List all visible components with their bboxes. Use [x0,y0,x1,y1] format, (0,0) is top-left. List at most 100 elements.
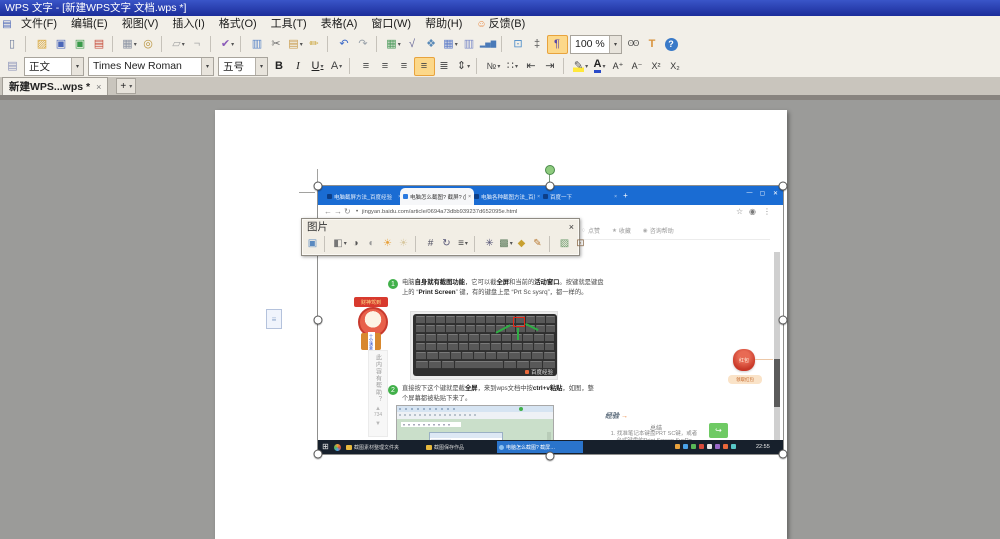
menu-item[interactable]: 插入(I) [165,16,211,33]
highlight-color-icon[interactable]: ✎ ▾ [571,58,590,75]
browser-tab[interactable]: 电脑怎么截图? 截屏? (图文)× [400,188,474,205]
tray-icon[interactable] [707,444,712,449]
browser-tab[interactable]: 电脑截屏方法_百度经验× [324,188,404,205]
menu-item[interactable]: 窗口(W) [364,16,418,33]
distribute-icon[interactable]: ≣ [435,58,454,75]
chevron-down-icon[interactable]: ▾ [255,57,267,75]
color-mode-icon[interactable]: ◧ ▾ [332,236,348,251]
underline-button[interactable]: U ▾ [308,58,327,75]
decrease-brightness-icon[interactable]: ☀ [396,236,412,251]
menu-item[interactable]: 编辑(E) [64,16,115,33]
tray-icon[interactable] [699,444,704,449]
selection-handle-bottom-center[interactable] [545,451,555,461]
print-icon[interactable]: ▦ ▾ [120,36,139,53]
red-packet-label[interactable]: 领取红包 [728,375,762,384]
subscript-icon[interactable]: X₂ [666,58,685,75]
browser-maximize-button[interactable]: ▢ [756,186,769,200]
taskbar-active-item[interactable]: 电脑怎么截图? 截屏… [497,441,583,453]
font-family-combo[interactable]: Times New Roman ▾ [88,56,214,76]
menu-item[interactable]: 格式(O) [212,16,264,33]
paste-icon[interactable]: ▤ ▾ [286,36,305,53]
address-bar[interactable]: jingyan.baidu.com/article/0694a73dbb9392… [362,209,517,215]
close-icon[interactable]: × [569,222,574,232]
browser-minimize-button[interactable]: — [743,186,756,200]
taskbar-folder-item[interactable]: 截图保存作品 [424,441,492,453]
set-transparent-color-icon[interactable]: ▨ [557,236,573,251]
bold-button[interactable]: B [270,58,289,75]
browser-scrollbar-thumb[interactable] [774,359,780,407]
picture-floating-toolbar[interactable]: 图片 × ▣ ◧ ▾ ◑ ◐ ☀ ☀ # ↻ ≡ ▾ ✳ ▩ ▾ ◆ ✎ ▨ ⊡ [301,218,585,256]
undo-icon[interactable]: ↶ [335,36,354,53]
insert-picture-icon[interactable]: ▣ [305,236,321,251]
style-gallery-icon[interactable]: ▤ [3,58,22,75]
superscript-icon[interactable]: X² [647,58,666,75]
browser-tab[interactable]: 电脑各种截图方法_百度经验× [471,188,543,205]
spell-check-icon[interactable]: ✔ ▾ [218,36,237,53]
forward-icon[interactable]: → [334,207,342,217]
menu-item[interactable]: 工具(T) [264,16,314,33]
copy-icon[interactable]: ▥ [248,36,267,53]
increase-brightness-icon[interactable]: ☀ [380,236,396,251]
document-tab[interactable]: 新建WPS...wps * × [2,77,109,95]
show-marks-icon[interactable]: ¶ [547,34,568,54]
selection-handle-middle-left[interactable] [313,315,323,325]
increase-indent-icon[interactable]: ⇥ [541,58,560,75]
find-icon[interactable]: ʘʘ [624,36,643,53]
chevron-down-icon[interactable]: ▾ [201,57,213,75]
line-spacing-icon[interactable]: ⇕ ▾ [454,58,473,75]
fill-color-icon[interactable]: ◆ [514,236,530,251]
char-border-icon[interactable]: A ▾ [327,58,346,75]
tray-icon[interactable] [691,444,696,449]
decrease-indent-icon[interactable]: ⇤ [522,58,541,75]
menu-item[interactable]: 视图(V) [115,16,166,33]
selection-handle-top-center[interactable] [545,181,555,191]
profile-avatar-icon[interactable]: ◉ [749,207,756,217]
browser-menu-icon[interactable]: ⋮ [763,207,771,217]
menu-item[interactable]: 帮助(H) [418,16,469,33]
page-setup-icon[interactable]: ▱ ▾ [169,36,188,53]
tray-icon[interactable] [683,444,688,449]
data-entry-icon[interactable]: ❖ [422,36,441,53]
rotate-handle[interactable] [545,165,555,175]
reset-size-icon[interactable]: ✳ [482,236,498,251]
export-pdf-icon[interactable]: ▤ [90,36,109,53]
cut-icon[interactable]: ✂ [267,36,286,53]
browser-new-tab-button[interactable]: + [620,190,631,201]
increase-contrast-icon[interactable]: ◑ [348,236,364,251]
selection-handle-middle-right[interactable] [778,315,788,325]
rotate-icon[interactable]: ↻ [439,236,455,251]
selection-handle-top-left[interactable] [313,181,323,191]
table-grid-icon[interactable]: ▦ ▾ [441,36,460,53]
tab-close-icon[interactable]: × [614,194,617,200]
skin-icon[interactable]: T [643,36,662,53]
reload-icon[interactable]: ↻ [344,207,351,217]
menu-item-feedback[interactable]: ☺ 反馈(B) [469,16,532,33]
tab-close-icon[interactable]: × [96,82,101,92]
crop-icon[interactable]: # [423,236,439,251]
selection-handle-top-right[interactable] [778,181,788,191]
chevron-down-icon[interactable]: ▾ [609,35,621,53]
bookmark-star-icon[interactable]: ☆ [736,207,743,217]
back-icon[interactable]: ← [324,207,332,217]
chart-icon[interactable]: ▂▅▇ [479,36,498,53]
article-action-button[interactable]: ◉ 咨询帮助 [643,226,674,236]
open-icon[interactable]: ▨ [33,36,52,53]
start-button[interactable]: ⊞ [322,443,329,451]
document-area[interactable]: ≡ 电脑截屏方法_百度经验×电脑怎么截图? 截屏? (图文)×电脑各种截图方法_… [0,100,1000,539]
print-preview-icon[interactable]: ◎ [139,36,158,53]
text-wrap-icon[interactable]: ▩ ▾ [498,236,514,251]
selection-handle-bottom-left[interactable] [313,449,323,459]
zoom-combo[interactable]: 100 % ▾ [570,34,622,54]
tray-icon[interactable] [715,444,720,449]
insert-table-icon[interactable]: ▦ ▾ [384,36,403,53]
bullet-list-icon[interactable]: ∷ ▾ [503,58,522,75]
decrease-contrast-icon[interactable]: ◐ [364,236,380,251]
font-size-combo[interactable]: 五号 ▾ [218,56,268,76]
browser-scrollbar[interactable] [774,252,780,440]
cortana-icon[interactable] [334,444,341,451]
paragraph-style-combo[interactable]: 正文 ▾ [24,56,84,76]
title-bar[interactable]: WPS 文字 - [新建WPS文字 文档.wps *] [0,0,1000,16]
font-color-icon[interactable]: A ▾ [590,58,609,75]
menu-item[interactable]: 表格(A) [314,16,365,33]
taskbar-folder-item[interactable]: 截图素材整理文件夹 [344,441,424,453]
